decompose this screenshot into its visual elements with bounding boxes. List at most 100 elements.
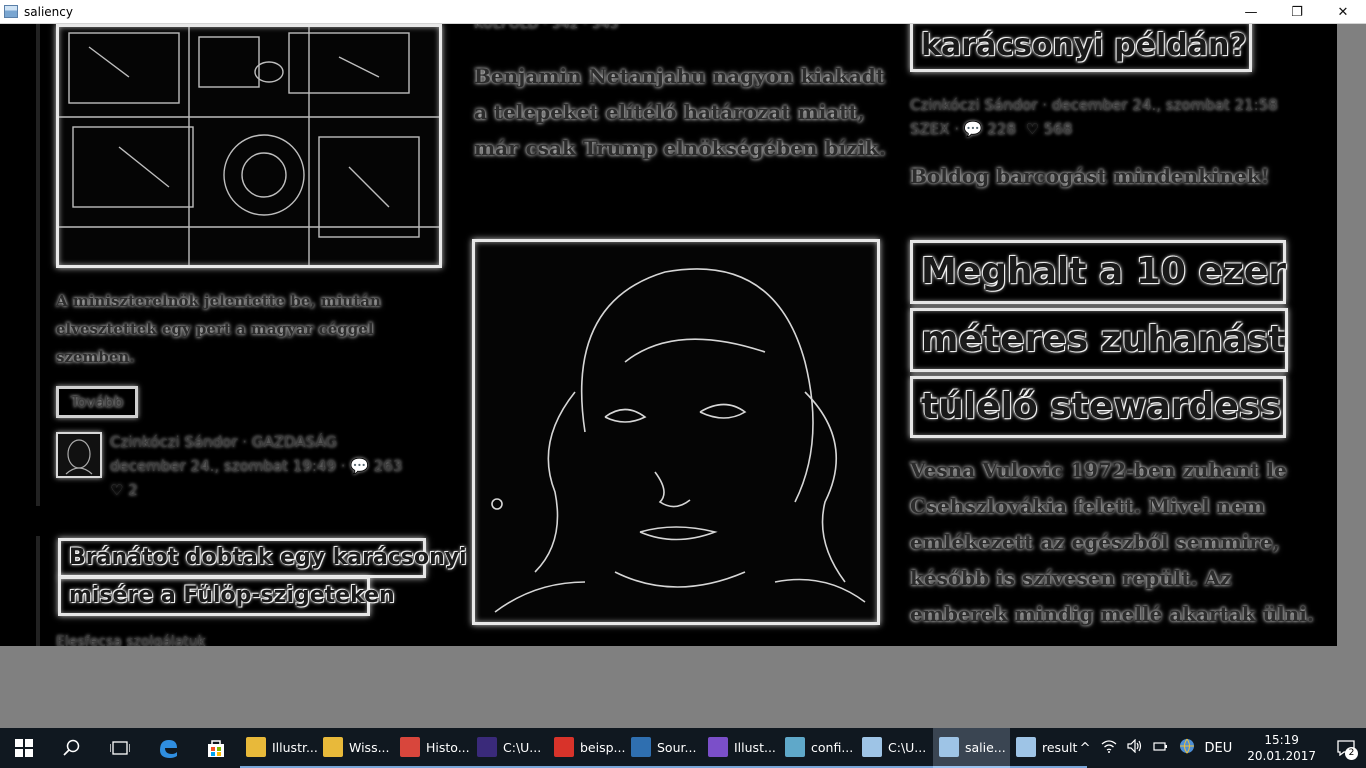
taskbar-app-label: salie...: [965, 739, 1006, 755]
article-lead-text: A miniszterelnök jelentette be, miután e…: [56, 292, 381, 366]
power-plug-icon[interactable]: [1148, 739, 1174, 757]
article-lead-text: Benjamin Netanjahu nagyon kiakadt a tele…: [474, 64, 886, 160]
edge-browser-icon[interactable]: [144, 728, 192, 768]
taskbar-app-button[interactable]: Illust...: [702, 728, 779, 768]
article-byline: Czinkóczi Sándor · GAZDASÁG: [110, 433, 337, 451]
window-title: saliency: [24, 4, 73, 19]
windows-taskbar: Illustr... Wiss... Histo... C:\U... beisp...…: [0, 728, 1366, 768]
publish-date: december 24., szombat 21:58: [1051, 96, 1278, 114]
taskbar-app-list: Illustr... Wiss... Histo... C:\U... beisp...…: [240, 728, 1087, 768]
wifi-icon[interactable]: [1096, 739, 1122, 757]
article-image-aerial: [56, 24, 442, 268]
comment-count[interactable]: 228: [987, 120, 1016, 138]
windows-logo-icon: [15, 739, 33, 757]
cut-off-text: Elesfecsa szolgálatuk: [56, 634, 206, 646]
taskbar-app-label: Illust...: [734, 739, 776, 755]
clock-time: 15:19: [1264, 733, 1299, 747]
volume-icon[interactable]: [1122, 738, 1148, 757]
like-count[interactable]: 568: [1044, 120, 1073, 138]
taskbar-app-button[interactable]: beisp...: [548, 728, 625, 768]
like-count[interactable]: 2: [128, 481, 138, 499]
taskbar-app-label: Histo...: [426, 739, 470, 755]
taskbar-app-button[interactable]: C:\U...: [856, 728, 933, 768]
sourcetree-icon: [631, 737, 651, 757]
system-tray: ^ DEU 15:19 20.01.2017 2: [1075, 728, 1366, 768]
headline-line[interactable]: méteres zuhanást: [910, 308, 1288, 372]
taskbar-app-button[interactable]: Sour...: [625, 728, 702, 768]
folder-icon: [246, 737, 266, 757]
taskbar-app-label: beisp...: [580, 739, 625, 755]
network-globe-icon[interactable]: [1174, 738, 1200, 758]
start-button[interactable]: [0, 728, 48, 768]
input-language[interactable]: DEU: [1200, 741, 1238, 756]
notification-count: 2: [1345, 747, 1358, 760]
visual-studio-icon: [708, 737, 728, 757]
headline-line[interactable]: Bránátot dobtak egy karácsonyi: [58, 538, 467, 578]
chevron-up-icon[interactable]: ^: [1075, 741, 1096, 756]
heart-icon: ♡: [110, 481, 124, 499]
taskbar-app-button[interactable]: salie...: [933, 728, 1010, 768]
speech-bubble-icon: 💬: [963, 120, 983, 138]
author-avatar[interactable]: [56, 432, 102, 478]
speech-bubble-icon: 💬: [350, 457, 369, 475]
taskbar-app-button[interactable]: Illustr...: [240, 728, 317, 768]
taskbar-app-label: result: [1042, 739, 1078, 755]
window-icon: [862, 737, 882, 757]
portrait-edges-graphic: [491, 268, 866, 613]
search-icon[interactable]: [48, 728, 96, 768]
window-controls: — ❐ ✕: [1228, 0, 1366, 24]
taskbar-app-label: Wiss...: [349, 739, 390, 755]
action-center-button[interactable]: 2: [1326, 728, 1366, 768]
folder-icon: [323, 737, 343, 757]
article-image-portrait: [472, 239, 880, 625]
window-icon: [939, 737, 959, 757]
heart-icon: ♡: [1020, 120, 1039, 138]
taskbar-clock[interactable]: 15:19 20.01.2017: [1237, 732, 1326, 764]
article-meta-line: december 24., szombat 19:49 · 💬 263: [110, 457, 403, 475]
comment-count[interactable]: 263: [374, 457, 403, 475]
author-name[interactable]: Czinkóczi Sándor: [910, 96, 1038, 114]
category-link[interactable]: GAZDASÁG: [252, 433, 337, 451]
taskbar-app-label: C:\U...: [888, 739, 927, 755]
headline-line[interactable]: túlélő stewardess: [910, 376, 1286, 438]
author-name[interactable]: Czinkóczi Sándor: [110, 433, 238, 451]
taskbar-app-button[interactable]: Wiss...: [317, 728, 394, 768]
more-button[interactable]: Tovább: [56, 386, 138, 418]
taskbar-app-label: Sour...: [657, 739, 697, 755]
app-window-icon: [4, 5, 18, 18]
column-separator: [36, 536, 40, 646]
article-lead-text: Boldog barcogást mindenkinek!: [910, 164, 1270, 188]
minimize-button[interactable]: —: [1228, 0, 1274, 24]
headline-line[interactable]: Meghalt a 10 ezer: [910, 240, 1286, 304]
store-icon[interactable]: [192, 728, 240, 768]
column-separator: [36, 24, 40, 506]
taskbar-app-label: C:\U...: [503, 739, 542, 755]
article-byline: Czinkóczi Sándor · december 24., szombat…: [910, 96, 1278, 114]
article-meta-line: SZEX · 💬 228 ♡ 568: [910, 120, 1073, 138]
restore-button[interactable]: ❐: [1274, 0, 1320, 24]
taskbar-app-button[interactable]: Histo...: [394, 728, 471, 768]
close-button[interactable]: ✕: [1320, 0, 1366, 24]
taskbar-app-label: Illustr...: [272, 739, 317, 755]
article-body-text: Vesna Vulovic 1972-ben zuhant le Csehszl…: [910, 458, 1314, 626]
taskbar-app-button[interactable]: C:\U...: [471, 728, 548, 768]
publish-date: december 24., szombat 19:49: [110, 457, 336, 475]
headline-line[interactable]: karácsonyi példán?: [910, 24, 1252, 72]
aerial-edges-graphic: [59, 27, 439, 265]
window-titlebar: saliency — ❐ ✕: [0, 0, 1366, 24]
console-icon: [477, 737, 497, 757]
window-icon: [1016, 737, 1036, 757]
article-meta-cut: KÜLFÖLD · 342 · 345: [474, 24, 619, 32]
saliency-image-canvas: A miniszterelnök jelentette be, miután e…: [0, 24, 1337, 646]
notepad-icon: [785, 737, 805, 757]
avatar-face-graphic: [65, 439, 93, 475]
headline-line[interactable]: misére a Fülöp-szigeteken: [58, 576, 395, 616]
chrome-icon: [400, 737, 420, 757]
category-link[interactable]: SZEX: [910, 120, 950, 138]
clock-date: 20.01.2017: [1247, 749, 1316, 763]
taskbar-app-label: confi...: [811, 739, 854, 755]
task-view-icon[interactable]: [96, 728, 144, 768]
taskbar-app-button[interactable]: confi...: [779, 728, 856, 768]
article-like-line: ♡ 2: [110, 481, 138, 499]
pdf-icon: [554, 737, 574, 757]
